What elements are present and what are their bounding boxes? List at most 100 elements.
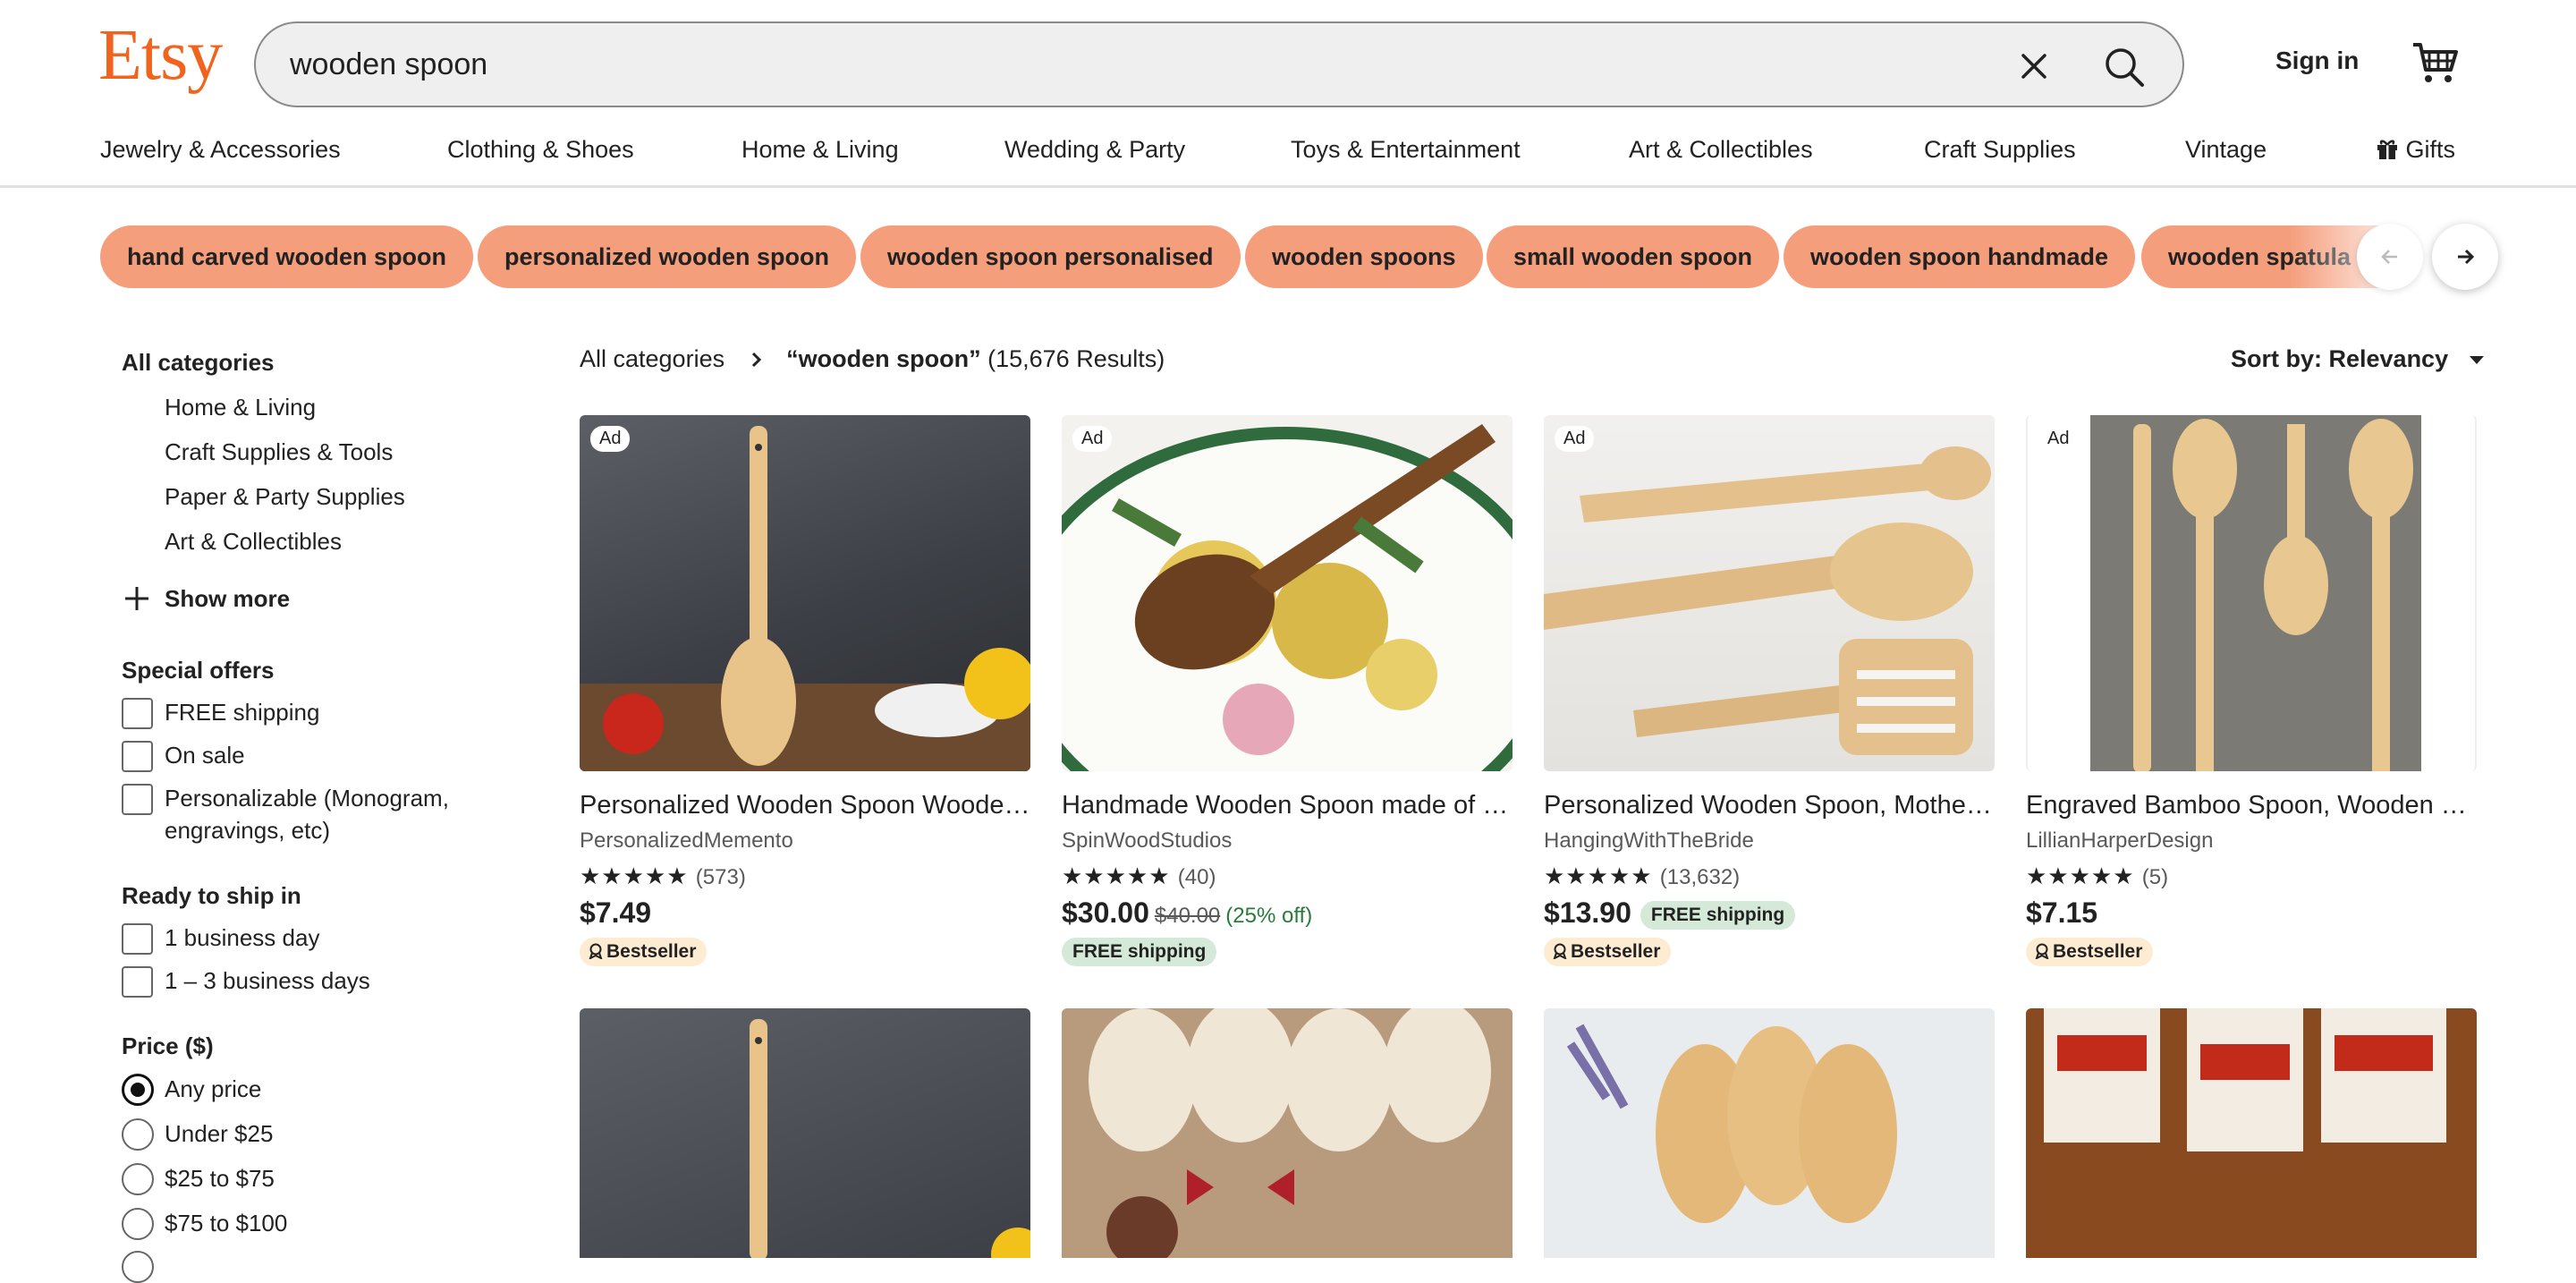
listing-image[interactable]: Ad xyxy=(580,415,1030,771)
search-button[interactable] xyxy=(2093,36,2156,98)
listing-title[interactable]: Personalized Wooden Spoon Wooden Spoon C… xyxy=(580,791,1030,820)
gift-icon xyxy=(2377,140,2397,159)
review-count: (13,632) xyxy=(1659,865,1741,889)
checkbox-1-business-day[interactable] xyxy=(122,923,153,955)
nav-vintage[interactable]: Vintage xyxy=(2185,136,2267,164)
bestseller-label: Bestseller xyxy=(606,941,697,962)
shop-name[interactable]: PersonalizedMemento xyxy=(580,828,793,854)
checkbox-free-shipping[interactable] xyxy=(122,698,153,729)
checkbox-label: 1 – 3 business days xyxy=(165,967,370,994)
category-link[interactable]: Art & Collectibles xyxy=(165,528,342,556)
nav-gifts[interactable]: Gifts xyxy=(2376,136,2455,164)
star-rating-icon: ★★★★★ xyxy=(1544,862,1653,889)
sign-in-link[interactable]: Sign in xyxy=(2275,47,2359,75)
rating: ★★★★★ (40) xyxy=(1062,862,1216,890)
results-count: (15,676 Results) xyxy=(987,345,1165,372)
etsy-logo[interactable]: Etsy xyxy=(98,20,223,91)
bestseller-badge: Bestseller xyxy=(2026,938,2154,966)
star-rating-icon: ★★★★★ xyxy=(1062,862,1171,889)
listing-title[interactable]: Personalized Wooden Spoon, Mother's Day … xyxy=(1544,791,1995,820)
bestseller-badge: Bestseller xyxy=(580,938,708,966)
checkbox-label: FREE shipping xyxy=(165,699,320,726)
radio-75-to-100[interactable] xyxy=(122,1208,154,1240)
review-count: (5) xyxy=(2141,865,2169,889)
sort-dropdown[interactable]: Sort by: Relevancy xyxy=(2231,345,2486,373)
star-rating-icon: ★★★★★ xyxy=(580,862,689,889)
category-link[interactable]: Craft Supplies & Tools xyxy=(165,438,393,466)
price: $7.49 xyxy=(580,896,651,930)
shop-name[interactable]: HangingWithTheBride xyxy=(1544,828,1754,854)
original-price: $40.00 xyxy=(1154,904,1221,928)
radio-label: $75 to $100 xyxy=(165,1210,288,1236)
plus-icon xyxy=(122,583,152,614)
chip-suggestion[interactable]: hand carved wooden spoon xyxy=(100,225,474,288)
ready-to-ship-heading: Ready to ship in xyxy=(122,882,301,909)
rating: ★★★★★ (5) xyxy=(2026,862,2168,890)
cart-button[interactable] xyxy=(2410,38,2460,88)
nav-art-collectibles[interactable]: Art & Collectibles xyxy=(1629,136,1813,164)
price-value: $30.00 xyxy=(1062,896,1149,929)
listing-image[interactable]: Ad xyxy=(1544,415,1995,771)
listing-image[interactable] xyxy=(1544,1008,1995,1258)
nav-home-living[interactable]: Home & Living xyxy=(741,136,899,164)
chip-suggestion[interactable]: wooden spoons xyxy=(1245,225,1483,288)
nav-clothing-shoes[interactable]: Clothing & Shoes xyxy=(447,136,634,164)
breadcrumb-all-categories[interactable]: All categories xyxy=(580,345,724,372)
price: $7.15 xyxy=(2026,896,2097,930)
shop-name[interactable]: SpinWoodStudios xyxy=(1062,828,1232,854)
checkbox-personalizable[interactable] xyxy=(122,784,153,815)
search-bar[interactable] xyxy=(254,21,2184,107)
nav-craft-supplies[interactable]: Craft Supplies xyxy=(1924,136,2076,164)
listing-image[interactable]: Ad xyxy=(1062,415,1513,771)
checkbox-on-sale[interactable] xyxy=(122,741,153,772)
nav-toys-entertainment[interactable]: Toys & Entertainment xyxy=(1291,136,1521,164)
search-input[interactable] xyxy=(288,23,1898,106)
free-shipping-badge: FREE shipping xyxy=(1062,938,1217,966)
checkbox-1-3-business-days[interactable] xyxy=(122,966,153,998)
listing-image[interactable] xyxy=(580,1008,1030,1258)
category-link[interactable]: Home & Living xyxy=(165,394,316,421)
clear-search-button[interactable] xyxy=(2007,39,2061,93)
listing-image[interactable] xyxy=(2026,1008,2477,1258)
chip-suggestion[interactable]: small wooden spoon xyxy=(1487,225,1780,288)
sort-label: Sort by: Relevancy xyxy=(2231,345,2449,372)
radio-label: Under $25 xyxy=(165,1120,274,1147)
radio-any-price[interactable] xyxy=(122,1074,154,1106)
ad-badge: Ad xyxy=(590,426,631,452)
shop-name[interactable]: LillianHarperDesign xyxy=(2026,828,2213,854)
bestseller-label: Bestseller xyxy=(2053,941,2143,962)
ad-badge: Ad xyxy=(1072,426,1113,452)
listing-title[interactable]: Handmade Wooden Spoon made of Cherry Woo… xyxy=(1062,791,1513,820)
nav-wedding-party[interactable]: Wedding & Party xyxy=(1004,136,1185,164)
bestseller-badge: Bestseller xyxy=(1544,938,1672,966)
radio-over-100[interactable] xyxy=(122,1251,154,1283)
categories-heading: All categories xyxy=(122,349,275,376)
award-icon xyxy=(589,943,603,960)
chips-prev-button[interactable] xyxy=(2357,224,2423,290)
free-shipping-badge: FREE shipping xyxy=(1640,900,1796,930)
nav-jewelry-accessories[interactable]: Jewelry & Accessories xyxy=(100,136,341,164)
ad-badge: Ad xyxy=(1555,426,1595,452)
show-more-button[interactable]: Show more xyxy=(165,585,290,613)
ad-badge: Ad xyxy=(2047,429,2070,448)
bestseller-label: Bestseller xyxy=(1571,941,1661,962)
award-icon xyxy=(2035,943,2049,960)
category-link[interactable]: Paper & Party Supplies xyxy=(165,483,405,511)
chips-next-button[interactable] xyxy=(2432,224,2498,290)
listing-title[interactable]: Engraved Bamboo Spoon, Wooden Spoon Cust… xyxy=(2026,791,2477,820)
chevron-right-icon xyxy=(751,352,761,368)
chip-suggestion[interactable]: personalized wooden spoon xyxy=(478,225,857,288)
header-divider xyxy=(0,185,2576,188)
caret-down-icon xyxy=(2469,356,2484,364)
search-icon xyxy=(2106,48,2144,87)
chip-suggestion[interactable]: wooden spoon handmade xyxy=(1784,225,2136,288)
cart-icon xyxy=(2413,43,2458,82)
arrow-right-icon xyxy=(2458,249,2475,265)
checkbox-label: On sale xyxy=(165,742,245,769)
radio-under-25[interactable] xyxy=(122,1118,154,1151)
listing-image[interactable]: Ad xyxy=(2026,415,2477,771)
listing-image[interactable] xyxy=(1062,1008,1513,1258)
chip-suggestion[interactable]: wooden spoon personalised xyxy=(860,225,1241,288)
price: $30.00 $40.00 (25% off) xyxy=(1062,896,1312,930)
radio-25-to-75[interactable] xyxy=(122,1163,154,1195)
